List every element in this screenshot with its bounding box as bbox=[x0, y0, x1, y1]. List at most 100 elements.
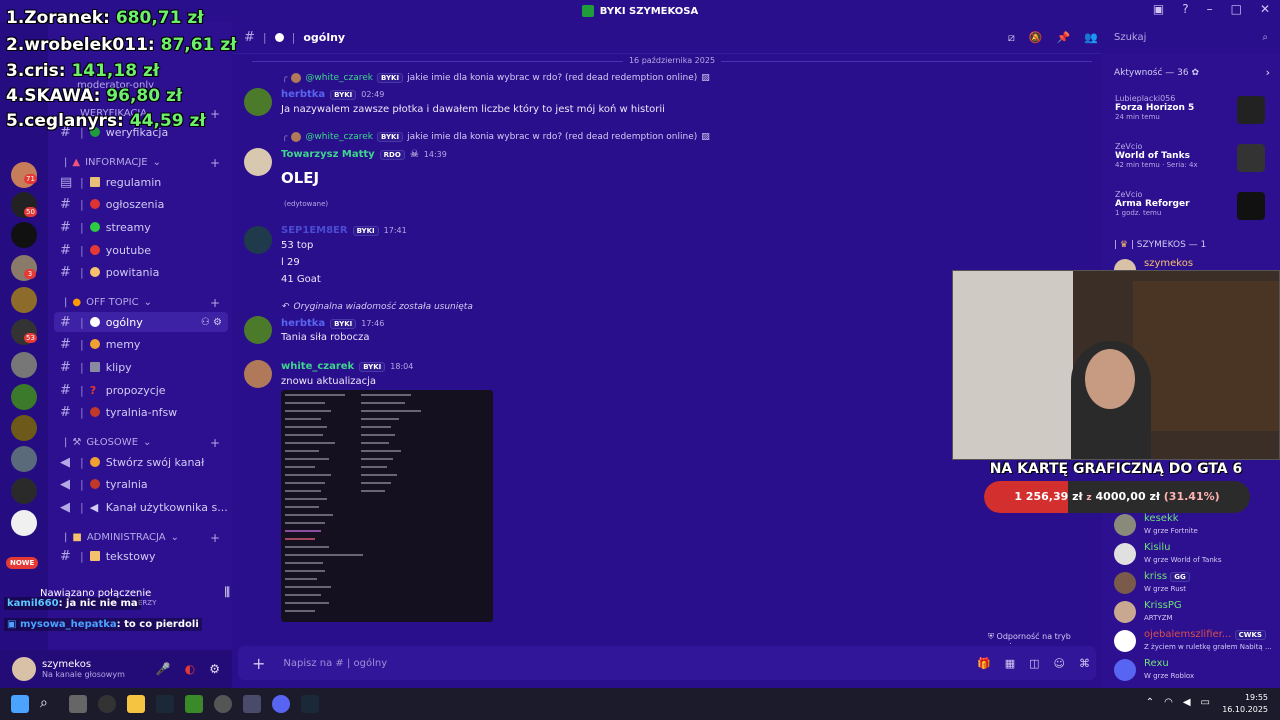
server-icon[interactable] bbox=[11, 478, 37, 504]
member-item[interactable]: kriss GG W grze Rust bbox=[1112, 570, 1280, 598]
server-icon[interactable] bbox=[11, 287, 37, 313]
category-administracja[interactable]: | ■ ADMINISTRACJA ⌄ + bbox=[60, 531, 230, 545]
activity-item[interactable]: ZeVcio World of Tanks 42 min temu · Seri… bbox=[1115, 142, 1275, 172]
gif-icon[interactable]: ▦ bbox=[1005, 657, 1015, 670]
add-attachment-icon[interactable]: + bbox=[252, 654, 265, 673]
battery-icon[interactable]: ▭ bbox=[1201, 697, 1210, 708]
soundboard-icon[interactable]: ⫼ bbox=[225, 585, 231, 599]
channel-propozycje[interactable]: # |? propozycje bbox=[54, 380, 228, 400]
settings-icon[interactable]: ⚙ bbox=[209, 662, 220, 676]
explorer-icon[interactable] bbox=[127, 695, 145, 713]
sticker-icon[interactable]: ◫ bbox=[1029, 657, 1039, 670]
image-attachment[interactable] bbox=[281, 390, 493, 622]
message-input[interactable]: + Napisz na # | ogólny 🎁 ▦ ◫ ☺ ⌘ bbox=[238, 646, 1096, 680]
channel-tekstowy[interactable]: # | tekstowy bbox=[54, 546, 228, 566]
member-item[interactable]: kesekk W grze Fortnite bbox=[1112, 512, 1280, 540]
channel-klipy[interactable]: # | klipy bbox=[54, 357, 228, 377]
channel-settings-icon[interactable]: ⚇ ⚙ bbox=[201, 317, 222, 328]
help-icon[interactable]: ? bbox=[1182, 2, 1188, 16]
game-icon bbox=[1237, 96, 1265, 124]
inbox-icon[interactable]: ▣ bbox=[1153, 2, 1164, 16]
members-icon[interactable]: 👥 bbox=[1084, 31, 1098, 45]
chrome-icon[interactable] bbox=[214, 695, 232, 713]
apps-icon[interactable]: ⌘ bbox=[1079, 657, 1090, 670]
member-item[interactable]: Rexu W grze Roblox bbox=[1112, 657, 1280, 685]
avatar[interactable] bbox=[244, 360, 272, 388]
message-author[interactable]: Towarzysz Matty bbox=[281, 149, 375, 160]
category-informacje[interactable]: | ▲ INFORMACJE ⌄ + bbox=[60, 156, 230, 170]
gift-icon[interactable]: 🎁 bbox=[977, 657, 991, 670]
minimize-icon[interactable]: – bbox=[1207, 2, 1213, 16]
category-glosowe[interactable]: | ⚒ GŁOSOWE ⌄ + bbox=[60, 436, 230, 450]
app-icon[interactable] bbox=[243, 695, 261, 713]
member-status: Z życiem w ruletkę grałem Nabitą ... bbox=[1144, 643, 1272, 651]
channel-regulamin[interactable]: ▤ | regulamin bbox=[54, 172, 228, 192]
pin-icon[interactable]: 📌 bbox=[1057, 31, 1071, 45]
add-channel-icon[interactable]: + bbox=[210, 296, 220, 310]
avatar[interactable] bbox=[12, 657, 36, 681]
avatar[interactable] bbox=[244, 88, 272, 116]
leaderboard-row: 5.ceglanyrs: 44,59 zł bbox=[6, 111, 206, 131]
chevron-right-icon[interactable]: › bbox=[1266, 66, 1270, 79]
mute-icon[interactable]: 🎤 bbox=[156, 662, 171, 676]
avatar bbox=[1114, 601, 1136, 623]
server-icon[interactable] bbox=[11, 222, 37, 248]
wifi-icon[interactable]: ◠ bbox=[1164, 697, 1173, 708]
channel-powitania[interactable]: # | powitania bbox=[54, 262, 228, 282]
reply-preview[interactable]: ╭ @white_czarek BYKI jakie imie dla koni… bbox=[282, 73, 710, 83]
search-icon[interactable]: ⌕ bbox=[40, 695, 58, 713]
add-channel-icon[interactable]: + bbox=[210, 107, 220, 121]
server-icon[interactable] bbox=[11, 384, 37, 410]
activity-item[interactable]: ZeVcio Arma Reforger 1 godz. temu bbox=[1115, 190, 1275, 220]
notifications-icon[interactable]: 🔕 bbox=[1029, 31, 1043, 45]
channel-tyralnia-nfsw[interactable]: # | tyralnia-nfsw bbox=[54, 402, 228, 422]
emoji-icon[interactable]: ☺ bbox=[1054, 657, 1065, 670]
message-header: Towarzysz Matty RDO ☠ 14:39 bbox=[281, 149, 447, 160]
message-author[interactable]: herbtka bbox=[281, 89, 325, 100]
channel-youtube[interactable]: # | youtube bbox=[54, 240, 228, 260]
task-view-icon[interactable] bbox=[69, 695, 87, 713]
activity-item[interactable]: Lubieplacki056 Forza Horizon 5 24 min te… bbox=[1115, 94, 1275, 124]
maximize-icon[interactable]: □ bbox=[1231, 2, 1242, 16]
avatar[interactable] bbox=[244, 148, 272, 176]
voice-channel-uzytkownika[interactable]: ◀ | ◀ Kanał użytkownika s... bbox=[54, 497, 228, 517]
message-author[interactable]: white_czarek bbox=[281, 361, 354, 372]
avatar bbox=[1114, 543, 1136, 565]
obs-icon[interactable] bbox=[98, 695, 116, 713]
steam-icon[interactable] bbox=[156, 695, 174, 713]
message-author[interactable]: herbtka bbox=[281, 318, 325, 329]
member-item[interactable]: Kisilu W grze World of Tanks bbox=[1112, 541, 1280, 569]
message-author[interactable]: SEP1EM8ER bbox=[281, 225, 348, 236]
server-icon[interactable] bbox=[11, 415, 37, 441]
server-icon[interactable] bbox=[11, 446, 37, 472]
close-icon[interactable]: ✕ bbox=[1260, 2, 1270, 16]
xbox-icon[interactable] bbox=[185, 695, 203, 713]
search-input[interactable]: Szukaj ⌕ bbox=[1108, 28, 1274, 48]
avatar[interactable] bbox=[244, 316, 272, 344]
voice-channel-tyralnia[interactable]: ◀ | tyralnia bbox=[54, 474, 228, 494]
threads-icon[interactable]: ⧄ bbox=[1008, 31, 1015, 45]
clock[interactable]: 19:55 16.10.2025 bbox=[1222, 692, 1268, 716]
add-channel-icon[interactable]: + bbox=[210, 156, 220, 170]
add-channel-icon[interactable]: + bbox=[210, 436, 220, 450]
server-icon[interactable] bbox=[11, 352, 37, 378]
steam-icon[interactable] bbox=[301, 695, 319, 713]
deafen-icon[interactable]: ◐ bbox=[185, 662, 195, 676]
start-icon[interactable] bbox=[11, 695, 29, 713]
server-icon[interactable] bbox=[11, 510, 37, 536]
avatar[interactable] bbox=[244, 226, 272, 254]
add-channel-icon[interactable]: + bbox=[210, 531, 220, 545]
member-item[interactable]: ojebalemszlifier... CWKS Z życiem w rule… bbox=[1112, 628, 1280, 656]
channel-ogolny[interactable]: # | ogólny ⚇ ⚙ bbox=[54, 312, 228, 332]
volume-icon[interactable]: ◀ bbox=[1183, 697, 1191, 708]
reply-preview[interactable]: ╭ @white_czarek BYKI jakie imie dla koni… bbox=[282, 132, 710, 142]
voice-channel-stworz[interactable]: ◀ | Stwórz swój kanał bbox=[54, 452, 228, 472]
channel-streamy[interactable]: # | streamy bbox=[54, 217, 228, 237]
chevron-up-icon[interactable]: ⌃ bbox=[1146, 697, 1154, 708]
channel-ogloszenia[interactable]: # | ogłoszenia bbox=[54, 194, 228, 214]
member-item[interactable]: KrissPG ARTYZM bbox=[1112, 599, 1280, 627]
image-icon: ▨ bbox=[701, 73, 710, 83]
category-offtopic[interactable]: | ● OFF TOPIC ⌄ + bbox=[60, 296, 230, 310]
discord-icon[interactable] bbox=[272, 695, 290, 713]
channel-memy[interactable]: # | memy bbox=[54, 334, 228, 354]
